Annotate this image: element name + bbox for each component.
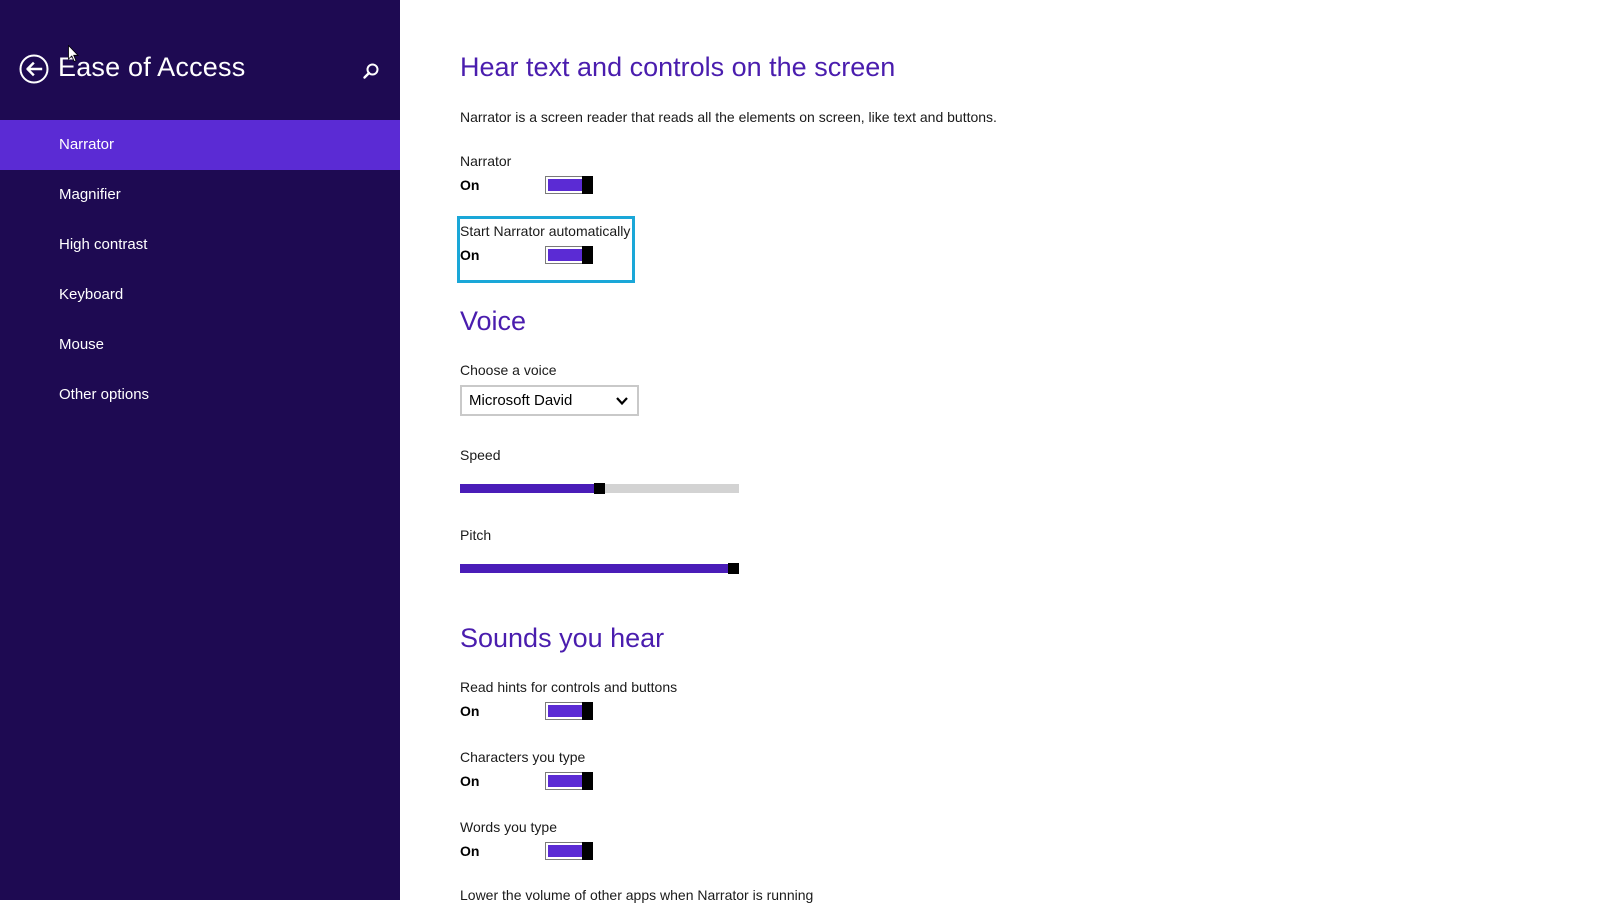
search-button[interactable] [360, 60, 382, 82]
speed-slider-thumb[interactable] [594, 483, 605, 494]
choose-voice-label: Choose a voice [460, 362, 557, 378]
speed-slider[interactable] [460, 483, 739, 494]
speed-slider-fill [460, 484, 596, 493]
back-arrow-icon [19, 54, 49, 84]
back-button[interactable] [19, 54, 49, 84]
sounds-section-heading: Sounds you hear [460, 623, 665, 653]
speed-label: Speed [460, 447, 501, 463]
sidebar-item-keyboard[interactable]: Keyboard [0, 270, 400, 320]
mouse-cursor-icon [68, 45, 79, 63]
sidebar-nav: Narrator Magnifier High contrast Keyboar… [0, 120, 400, 420]
voice-select[interactable]: Microsoft David [460, 385, 639, 416]
start-narrator-auto-label: Start Narrator automatically [460, 223, 631, 239]
characters-you-type-label: Characters you type [460, 749, 586, 765]
sidebar-item-other-options[interactable]: Other options [0, 370, 400, 420]
words-you-type-label: Words you type [460, 819, 558, 835]
read-hints-state: On [460, 703, 480, 719]
lower-volume-label: Lower the volume of other apps when Narr… [460, 887, 814, 903]
words-you-type-state: On [460, 843, 480, 859]
characters-you-type-toggle[interactable] [545, 772, 593, 790]
read-hints-toggle[interactable] [545, 702, 593, 720]
pitch-slider[interactable] [460, 563, 739, 574]
pitch-label: Pitch [460, 527, 492, 543]
start-narrator-auto-state: On [460, 247, 480, 263]
sidebar-item-narrator[interactable]: Narrator [0, 120, 400, 170]
narrator-description: Narrator is a screen reader that reads a… [460, 109, 997, 125]
chevron-down-icon [616, 397, 628, 406]
characters-you-type-state: On [460, 773, 480, 789]
read-hints-label: Read hints for controls and buttons [460, 679, 678, 695]
start-narrator-auto-toggle[interactable] [545, 246, 593, 264]
narrator-section-heading: Hear text and controls on the screen [460, 52, 896, 82]
narrator-toggle[interactable] [545, 176, 593, 194]
sidebar: Ease of Access Narrator Magnifier High c… [0, 0, 400, 900]
sidebar-item-high-contrast[interactable]: High contrast [0, 220, 400, 270]
narrator-toggle-state: On [460, 177, 480, 193]
sidebar-item-mouse[interactable]: Mouse [0, 320, 400, 370]
search-icon [363, 63, 379, 79]
narrator-toggle-label: Narrator [460, 153, 512, 169]
sidebar-item-magnifier[interactable]: Magnifier [0, 170, 400, 220]
voice-section-heading: Voice [460, 306, 527, 336]
words-you-type-toggle[interactable] [545, 842, 593, 860]
pitch-slider-fill [460, 564, 730, 573]
pitch-slider-thumb[interactable] [728, 563, 739, 574]
voice-select-value: Microsoft David [469, 392, 573, 409]
app-title: Ease of Access [58, 52, 246, 82]
